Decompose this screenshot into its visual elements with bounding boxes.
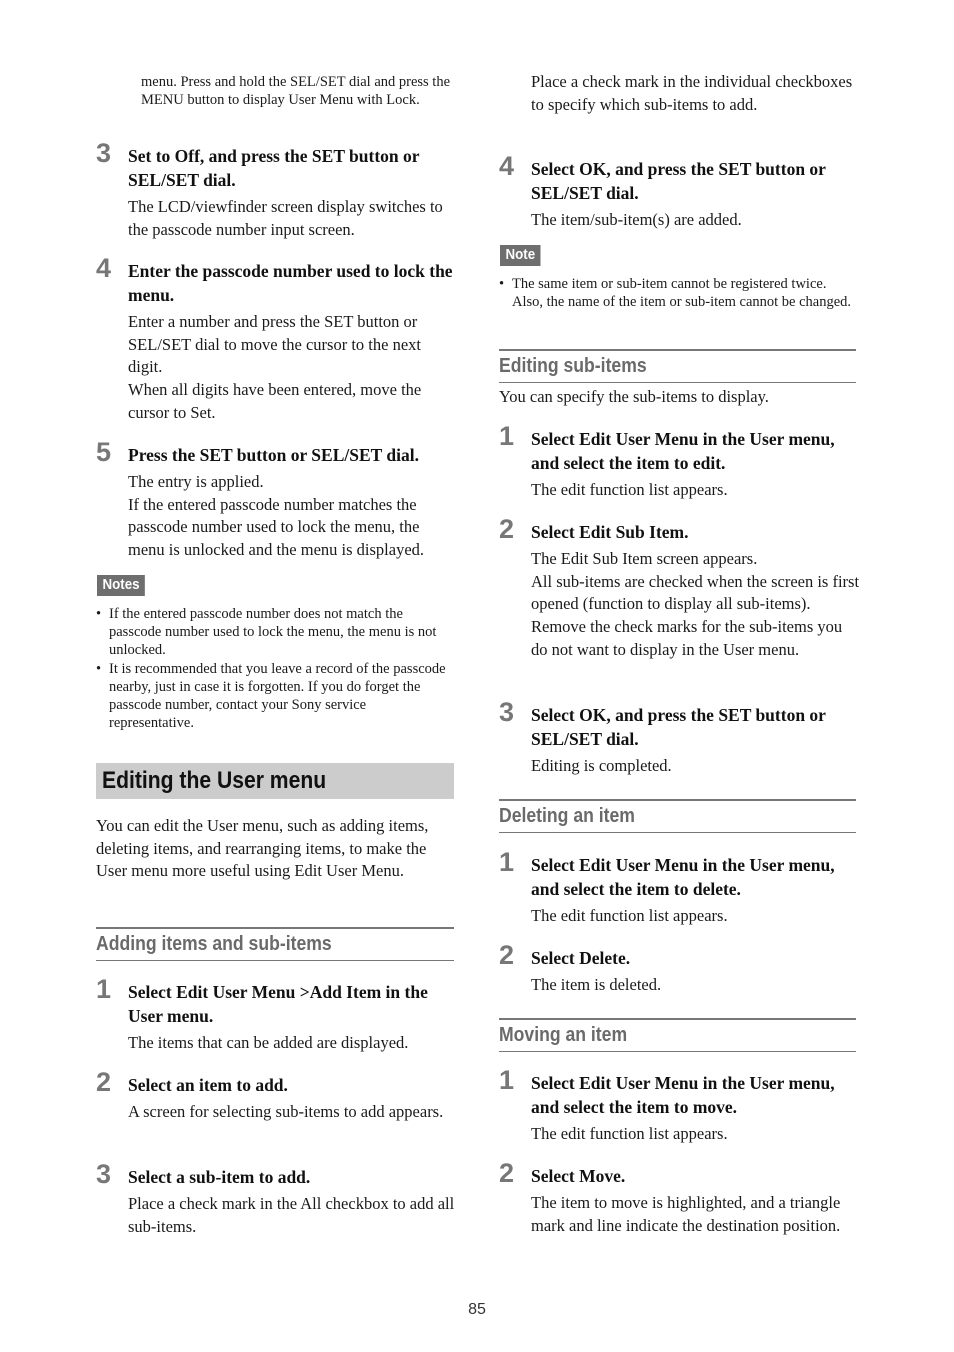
step-number: 5 [96, 437, 112, 467]
step-description: Editing is completed. [531, 756, 672, 775]
section-intro: You can edit the User menu, such as addi… [96, 816, 429, 881]
subheading-adding: Adding items and sub-items [96, 927, 454, 961]
note-item: It is recommended that you leave a recor… [96, 660, 454, 733]
step-number: 1 [499, 421, 515, 451]
step-title: Select OK, and press the SET button or S… [531, 705, 826, 749]
section-title-bar: Editing the User menu [96, 763, 454, 799]
section-title: Editing the User menu [102, 767, 327, 794]
step-number: 2 [499, 514, 515, 544]
note-item: The same item or sub-item cannot be regi… [499, 275, 857, 311]
notes-list: If the entered passcode number does not … [96, 605, 454, 732]
step-description: Enter a number and press the SET button … [128, 312, 422, 422]
step-number: 2 [499, 940, 515, 970]
step-description: The item/sub-item(s) are added. [531, 210, 742, 229]
step-description: The edit function list appears. [531, 906, 728, 925]
step-number: 1 [499, 1065, 515, 1095]
step-number: 3 [96, 1159, 112, 1189]
step-title: Select a sub-item to add. [128, 1167, 311, 1187]
subheading-text: Moving an item [499, 1024, 628, 1046]
step-title: Select an item to add. [128, 1075, 288, 1095]
subheading-text: Deleting an item [499, 805, 635, 827]
step-title: Select Delete. [531, 948, 631, 968]
step-description: The item to move is highlighted, and a t… [531, 1193, 841, 1235]
step-title: Select Move. [531, 1166, 626, 1186]
step-description: A screen for selecting sub-items to add … [128, 1102, 444, 1121]
step-title: Set to Off, and press the SET button or … [128, 146, 420, 190]
step-description: The Edit Sub Item screen appears. All su… [531, 549, 860, 659]
step-title: Select Edit Sub Item. [531, 522, 689, 542]
step-title: Enter the passcode number used to lock t… [128, 261, 453, 305]
subheading-moving: Moving an item [499, 1018, 856, 1052]
editing-sub-intro: You can specify the sub-items to display… [499, 387, 769, 406]
adding-continuation: Place a check mark in the individual che… [531, 72, 853, 114]
subheading-text: Adding items and sub-items [96, 933, 332, 955]
subheading-text: Editing sub-items [499, 355, 647, 377]
step-title: Select OK, and press the SET button or S… [531, 159, 826, 203]
step-description: The edit function list appears. [531, 1124, 728, 1143]
step-title: Select Edit User Menu in the User menu, … [531, 1073, 835, 1117]
step-description: The edit function list appears. [531, 480, 728, 499]
step-description: The LCD/viewfinder screen display switch… [128, 197, 443, 239]
step-number: 1 [499, 847, 515, 877]
step-description: The entry is applied. If the entered pas… [128, 472, 425, 560]
notes-badge: Notes [97, 575, 146, 596]
step-description: The item is deleted. [531, 975, 662, 994]
subheading-deleting: Deleting an item [499, 799, 856, 833]
step-number: 3 [96, 138, 112, 168]
note-list: The same item or sub-item cannot be regi… [499, 275, 857, 311]
step-number: 2 [499, 1158, 515, 1188]
step-title: Press the SET button or SEL/SET dial. [128, 445, 419, 465]
step-number: 4 [96, 253, 112, 283]
step-number: 1 [96, 974, 112, 1004]
page-number: 85 [468, 1301, 486, 1318]
note-badge: Note [500, 245, 541, 266]
intro-continuation: menu. Press and hold the SEL/SET dial an… [141, 74, 451, 109]
step-number: 4 [499, 151, 515, 181]
step-number: 2 [96, 1067, 112, 1097]
step-description: The items that can be added are displaye… [128, 1033, 409, 1052]
step-title: Select Edit User Menu in the User menu, … [531, 429, 835, 473]
note-item: If the entered passcode number does not … [96, 605, 454, 660]
step-title: Select Edit User Menu in the User menu, … [531, 855, 835, 899]
subheading-editing-sub-items: Editing sub-items [499, 349, 856, 383]
step-number: 3 [499, 697, 515, 727]
step-description: Place a check mark in the All checkbox t… [128, 1194, 455, 1236]
step-title: Select Edit User Menu >Add Item in the U… [128, 982, 428, 1026]
